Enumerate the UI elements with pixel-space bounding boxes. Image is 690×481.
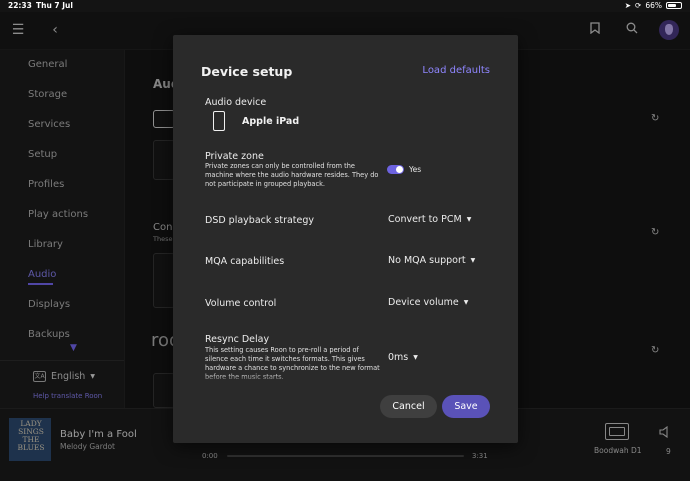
- battery-percent: 66%: [645, 1, 662, 10]
- resync-delay-value: 0ms: [388, 352, 409, 363]
- mqa-label: MQA capabilities: [205, 256, 285, 267]
- private-zone-description: Private zones can only be controlled fro…: [205, 162, 379, 188]
- lock-rotation-icon: ⟳: [635, 1, 642, 10]
- audio-device-label: Audio device: [205, 97, 267, 108]
- private-zone-toggle-label: Yes: [409, 165, 422, 174]
- load-defaults-link[interactable]: Load defaults: [422, 65, 490, 76]
- caret-down-icon: ▼: [466, 216, 472, 223]
- device-name: Apple iPad: [242, 116, 300, 127]
- mqa-value: No MQA support: [388, 255, 466, 266]
- location-icon: ➤: [624, 1, 632, 10]
- resync-delay-dropdown[interactable]: 0ms ▼: [388, 352, 418, 363]
- status-time: 22:33: [8, 1, 32, 10]
- mqa-dropdown[interactable]: No MQA support ▼: [388, 255, 475, 266]
- save-button[interactable]: Save: [442, 395, 490, 418]
- caret-down-icon: ▼: [470, 257, 476, 264]
- status-date: Thu 7 Jul: [36, 1, 73, 10]
- status-right: ➤ ⟳ 66%: [625, 1, 682, 10]
- dialog-title: Device setup: [201, 64, 293, 79]
- device-setup-dialog: Device setup Load defaults Audio device …: [173, 35, 518, 443]
- volume-control-label: Volume control: [205, 298, 277, 309]
- battery-fill: [668, 4, 676, 7]
- dsd-label: DSD playback strategy: [205, 215, 315, 226]
- volume-control-value: Device volume: [388, 297, 459, 308]
- cancel-button[interactable]: Cancel: [380, 395, 437, 418]
- caret-down-icon: ▼: [413, 354, 418, 361]
- caret-down-icon: ▼: [463, 299, 469, 306]
- tablet-icon: [213, 111, 225, 131]
- battery-icon: [666, 2, 682, 9]
- private-zone-label: Private zone: [205, 151, 264, 162]
- status-bar: 22:33 Thu 7 Jul ➤ ⟳ 66%: [0, 0, 690, 12]
- dsd-dropdown[interactable]: Convert to PCM ▼: [388, 214, 471, 225]
- private-zone-toggle[interactable]: [387, 165, 404, 174]
- resync-delay-label: Resync Delay: [205, 334, 270, 345]
- dsd-value: Convert to PCM: [388, 214, 462, 225]
- volume-control-dropdown[interactable]: Device volume ▼: [388, 297, 468, 308]
- scroll-fade: [173, 373, 518, 385]
